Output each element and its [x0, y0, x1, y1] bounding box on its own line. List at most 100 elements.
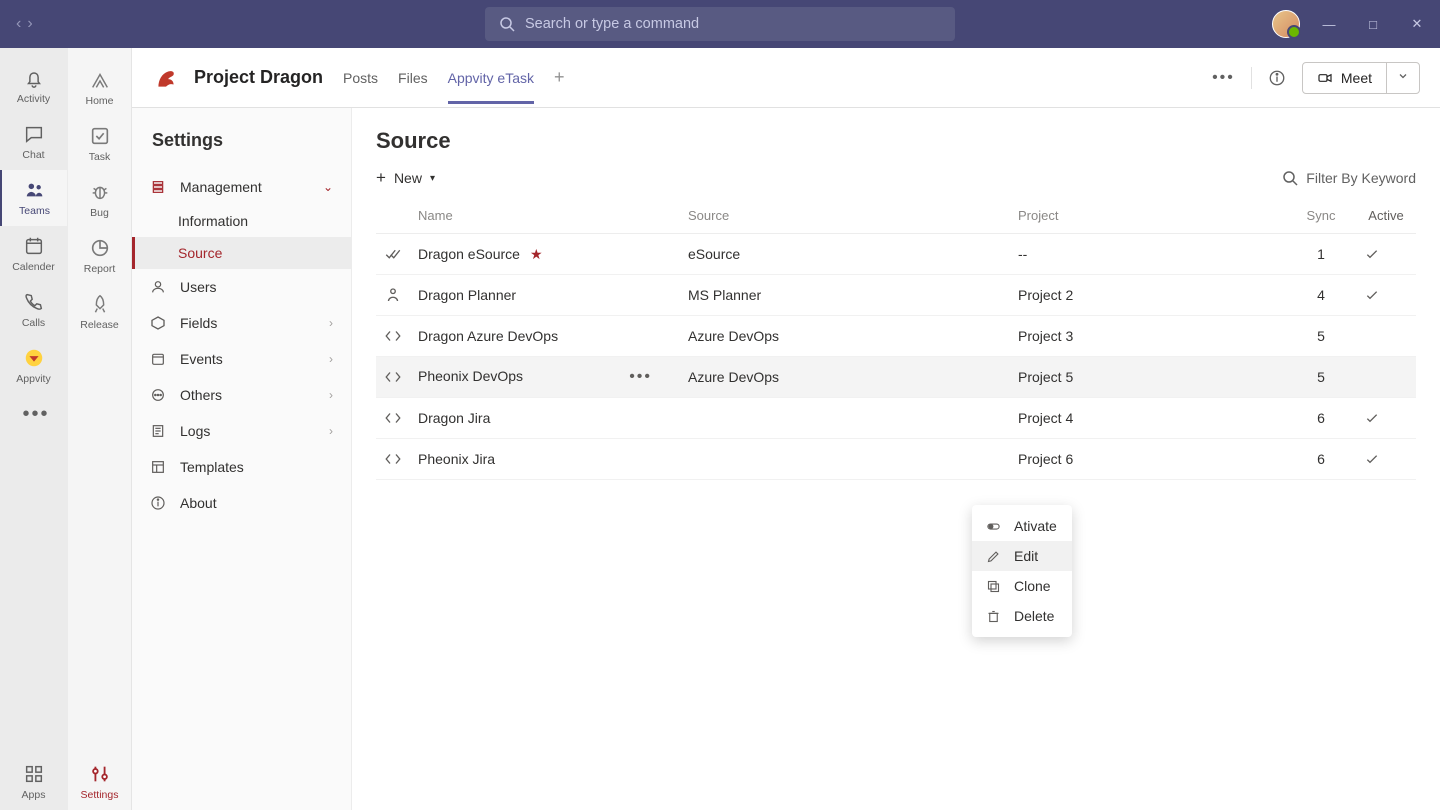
row-sync: 5 [1286, 316, 1356, 357]
nav-label: Logs [180, 423, 210, 439]
ctx-label: Delete [1014, 608, 1054, 624]
tab-posts[interactable]: Posts [343, 52, 378, 104]
table-row[interactable]: Dragon JiraProject 46 [376, 398, 1416, 439]
row-project: Project 4 [1010, 398, 1286, 439]
row-active [1356, 275, 1416, 316]
col-project[interactable]: Project [1010, 198, 1286, 234]
rail-calls[interactable]: Calls [0, 282, 67, 338]
subrail-label: Release [80, 319, 119, 331]
new-button[interactable]: + New ▾ [376, 168, 435, 188]
rail-apps[interactable]: Apps [0, 754, 67, 810]
row-type-icon [376, 398, 410, 439]
row-source [680, 398, 1010, 439]
table-row[interactable]: Dragon eSource★eSource--1 [376, 234, 1416, 275]
nav-information[interactable]: Information [132, 205, 351, 237]
ctx-label: Edit [1014, 548, 1038, 564]
titlebar: ‹ › Search or type a command — □ ✕ [0, 0, 1440, 48]
others-icon [150, 387, 168, 403]
col-sync[interactable]: Sync [1286, 198, 1356, 234]
tab-appvity-etask[interactable]: Appvity eTask [448, 52, 534, 104]
tab-files[interactable]: Files [398, 52, 428, 104]
app-subrail: Home Task Bug Report Release Settings [68, 48, 132, 810]
nav-fields[interactable]: Fields › [132, 305, 351, 341]
avatar[interactable] [1272, 10, 1300, 38]
subrail-label: Settings [81, 789, 119, 801]
window-minimize-icon[interactable]: — [1314, 17, 1344, 32]
rail-label: Calls [22, 317, 45, 329]
nav-others[interactable]: Others › [132, 377, 351, 413]
subrail-task[interactable]: Task [68, 116, 131, 172]
rail-label: Appvity [16, 373, 50, 385]
bug-icon [89, 181, 111, 203]
row-active [1356, 357, 1416, 398]
rail-label: Activity [17, 93, 50, 105]
info-icon[interactable] [1268, 69, 1286, 87]
nav-label: Fields [180, 315, 217, 331]
nav-source[interactable]: Source [132, 237, 351, 269]
search-placeholder: Search or type a command [525, 16, 699, 32]
subrail-home[interactable]: Home [68, 60, 131, 116]
filter-control[interactable]: Filter By Keyword [1282, 170, 1416, 186]
row-project: Project 5 [1010, 357, 1286, 398]
fields-icon [150, 315, 168, 331]
rail-appvity[interactable]: Appvity [0, 338, 67, 394]
copy-icon [986, 579, 1002, 594]
nav-back-icon[interactable]: ‹ [16, 15, 21, 33]
nav-logs[interactable]: Logs › [132, 413, 351, 449]
table-row[interactable]: Pheonix JiraProject 66 [376, 439, 1416, 480]
col-active[interactable]: Active [1356, 198, 1416, 234]
channel-title: Project Dragon [194, 67, 323, 88]
about-icon [150, 495, 168, 511]
rail-label: Apps [22, 789, 46, 801]
ctx-label: Ativate [1014, 518, 1057, 534]
search-box[interactable]: Search or type a command [485, 7, 955, 41]
nav-label: Users [180, 279, 217, 295]
rail-teams[interactable]: Teams [0, 170, 67, 226]
col-source[interactable]: Source [680, 198, 1010, 234]
star-icon: ★ [530, 246, 543, 262]
row-more-icon[interactable]: ••• [629, 368, 652, 386]
rail-activity[interactable]: Activity [0, 58, 67, 114]
rail-calendar[interactable]: Calender [0, 226, 67, 282]
meet-button[interactable]: Meet [1303, 63, 1386, 93]
ctx-ativate[interactable]: Ativate [972, 511, 1072, 541]
nav-forward-icon[interactable]: › [27, 15, 32, 33]
row-name: Pheonix DevOps [418, 368, 523, 384]
settings-sidebar: Settings Management ⌄ Information Source… [132, 108, 352, 810]
row-name: Dragon Azure DevOps [418, 328, 558, 344]
subrail-settings[interactable]: Settings [68, 754, 131, 810]
nav-templates[interactable]: Templates [132, 449, 351, 485]
meet-dropdown-icon[interactable] [1386, 63, 1419, 93]
table-row[interactable]: Pheonix DevOps•••Azure DevOpsProject 55 [376, 357, 1416, 398]
window-close-icon[interactable]: ✕ [1402, 16, 1432, 32]
nav-events[interactable]: Events › [132, 341, 351, 377]
more-options-icon[interactable]: ••• [1212, 69, 1235, 87]
meet-label: Meet [1341, 70, 1372, 86]
nav-management[interactable]: Management ⌄ [132, 169, 351, 205]
nav-users[interactable]: Users [132, 269, 351, 305]
channel-header: Project Dragon Posts Files Appvity eTask… [132, 48, 1440, 108]
nav-about[interactable]: About [132, 485, 351, 521]
subrail-bug[interactable]: Bug [68, 172, 131, 228]
row-project: Project 3 [1010, 316, 1286, 357]
rail-more[interactable]: ••• [0, 394, 67, 434]
add-tab-icon[interactable]: + [554, 67, 565, 88]
col-name[interactable]: Name [410, 198, 680, 234]
ctx-clone[interactable]: Clone [972, 571, 1072, 601]
ctx-label: Clone [1014, 578, 1051, 594]
row-name: Dragon Jira [418, 410, 490, 426]
chat-icon [23, 123, 45, 145]
subrail-release[interactable]: Release [68, 284, 131, 340]
table-row[interactable]: Dragon PlannerMS PlannerProject 24 [376, 275, 1416, 316]
ctx-delete[interactable]: Delete [972, 601, 1072, 631]
ctx-edit[interactable]: Edit [972, 541, 1072, 571]
calendar-icon [23, 235, 45, 257]
window-maximize-icon[interactable]: □ [1358, 17, 1388, 32]
rail-label: Calender [12, 261, 55, 273]
source-table: Name Source Project Sync Active Dragon e… [376, 198, 1416, 480]
page-source: Source + New ▾ Filter By Keyword [352, 108, 1440, 810]
rail-chat[interactable]: Chat [0, 114, 67, 170]
table-row[interactable]: Dragon Azure DevOpsAzure DevOpsProject 3… [376, 316, 1416, 357]
subrail-report[interactable]: Report [68, 228, 131, 284]
row-name: Dragon Planner [418, 287, 516, 303]
